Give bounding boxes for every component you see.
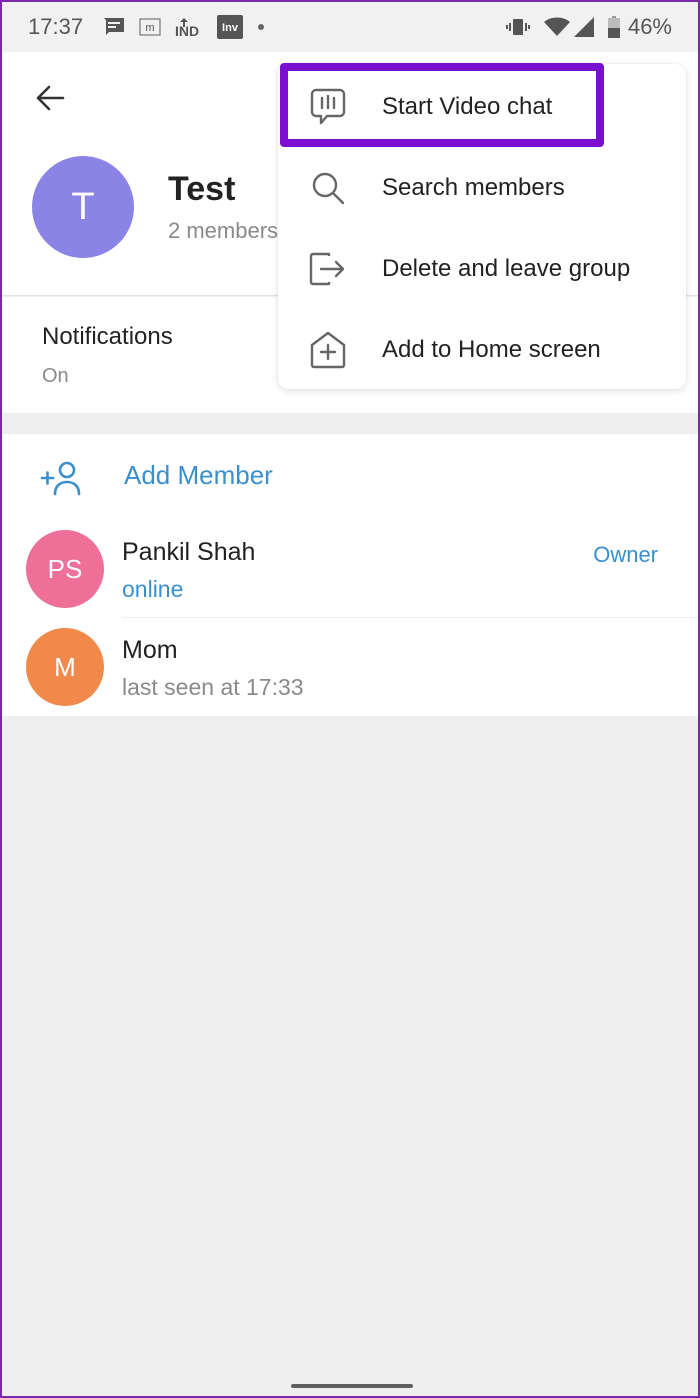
status-bar: 17:37 m IND Inv 46%	[2, 2, 698, 52]
menu-item-label: Add to Home screen	[382, 335, 601, 363]
status-time: 17:37	[28, 14, 84, 39]
group-avatar-initial: T	[71, 185, 95, 228]
inv-app-icon: Inv	[217, 15, 244, 39]
member-status: last seen at 17:33	[122, 674, 304, 700]
group-name: Test	[168, 170, 236, 208]
leave-group-icon	[308, 249, 348, 289]
ind-app-icon: IND	[175, 16, 203, 38]
overflow-menu: Start Video chat Search members Delete a…	[278, 64, 686, 389]
svg-text:IND: IND	[175, 23, 199, 38]
menu-item-search-members[interactable]: Search members	[278, 147, 686, 228]
back-button[interactable]	[32, 82, 68, 118]
message-icon	[103, 17, 125, 37]
m-app-icon: m	[139, 17, 161, 37]
video-chat-icon	[308, 87, 348, 127]
members-section: Add Member PS Pankil Shah online Owner M…	[2, 434, 698, 716]
add-member-button[interactable]: Add Member	[2, 434, 698, 520]
member-row[interactable]: M Mom last seen at 17:33	[2, 618, 698, 716]
member-avatar: PS	[26, 530, 104, 608]
member-name: Pankil Shah	[122, 538, 256, 566]
search-icon	[308, 168, 348, 208]
member-row[interactable]: PS Pankil Shah online Owner	[2, 520, 698, 618]
member-initials: PS	[47, 553, 83, 584]
dot-icon	[257, 23, 265, 31]
menu-item-start-video-chat[interactable]: Start Video chat	[278, 66, 686, 147]
notifications-title: Notifications	[42, 323, 173, 350]
svg-text:Inv: Inv	[222, 22, 239, 34]
member-role-badge: Owner	[593, 542, 658, 567]
member-initials: M	[54, 651, 76, 682]
wifi-icon	[543, 17, 570, 37]
member-name: Mom	[122, 636, 178, 664]
notifications-value: On	[42, 365, 69, 387]
home-indicator[interactable]	[291, 1384, 413, 1388]
menu-item-label: Start Video chat	[382, 92, 553, 120]
add-user-icon	[40, 460, 84, 501]
member-status: online	[122, 576, 184, 602]
menu-item-label: Search members	[382, 173, 565, 201]
menu-item-label: Delete and leave group	[382, 254, 631, 282]
group-avatar[interactable]: T	[32, 156, 134, 258]
add-home-screen-icon	[308, 330, 348, 370]
signal-icon	[573, 17, 594, 37]
arrow-left-icon	[35, 85, 65, 116]
svg-text:m: m	[145, 22, 154, 34]
menu-item-add-to-home-screen[interactable]: Add to Home screen	[278, 309, 686, 390]
menu-item-delete-leave-group[interactable]: Delete and leave group	[278, 228, 686, 309]
group-member-count: 2 members	[168, 218, 279, 243]
add-member-label: Add Member	[124, 460, 273, 490]
member-avatar: M	[26, 628, 104, 706]
battery-percent: 46%	[627, 14, 672, 39]
vibrate-icon	[505, 17, 530, 37]
battery-icon	[607, 16, 620, 38]
